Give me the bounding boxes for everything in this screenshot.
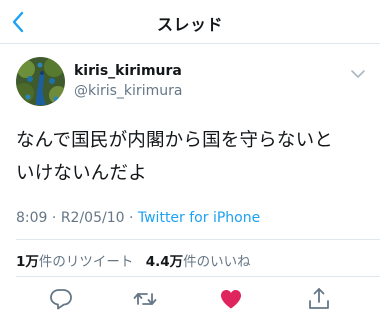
author-display-name[interactable]: kiris_kirimura <box>74 63 182 79</box>
dropdown-caret-icon[interactable] <box>350 68 366 80</box>
navigation-bar: スレッド <box>0 0 380 44</box>
retweet-icon[interactable] <box>132 286 158 312</box>
action-bar <box>0 286 380 314</box>
separator: · <box>51 210 61 226</box>
likes-count: 4.4万 <box>145 254 184 270</box>
likes-label: 件のいいね <box>183 254 251 270</box>
retweets-label: 件のリツイート <box>38 254 134 270</box>
share-icon[interactable] <box>306 286 332 312</box>
tweet-time: 8:09 <box>16 210 48 226</box>
heart-icon[interactable] <box>218 286 244 312</box>
tweet-date: R2/05/10 <box>60 210 125 226</box>
avatar[interactable] <box>16 57 65 106</box>
likes-stat[interactable]: 4.4万件のいいね <box>146 254 251 270</box>
retweets-count: 1万 <box>16 254 39 270</box>
divider <box>16 276 380 277</box>
page-title: スレッド <box>156 15 223 34</box>
retweets-stat[interactable]: 1万件のリツイート <box>16 254 133 270</box>
tweet-text-line: なんで国民が内閣から国を守らないと <box>16 130 333 151</box>
tweet-text: なんで国民が内閣から国を守らないと いけないんだよ <box>16 124 371 190</box>
source-link[interactable]: Twitter for iPhone <box>138 210 260 226</box>
separator: · <box>128 210 138 226</box>
author-handle[interactable]: @kiris_kirimura <box>74 83 182 99</box>
tweet-metadata: 8:09 · R2/05/10 · Twitter for iPhone <box>16 210 260 226</box>
tweet-text-line: いけないんだよ <box>16 163 147 184</box>
divider <box>16 239 380 240</box>
reply-icon[interactable] <box>48 286 74 312</box>
engagement-stats: 1万件のリツイート 4.4万件のいいね <box>16 250 251 270</box>
